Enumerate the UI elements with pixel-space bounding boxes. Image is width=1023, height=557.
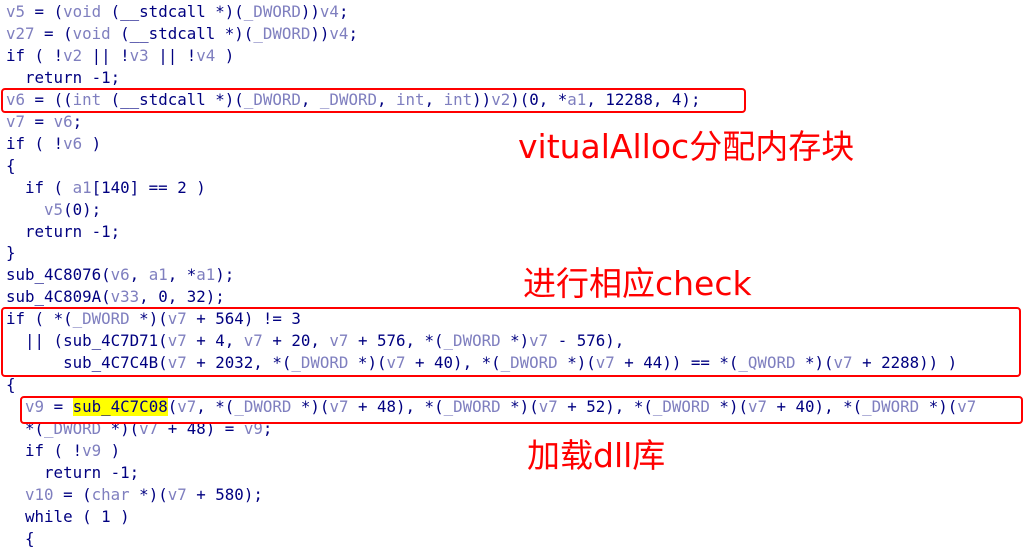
code-token: _DWORD bbox=[243, 2, 301, 21]
code-line[interactable]: if ( a1[140] == 2 ) bbox=[6, 177, 206, 199]
code-token: ( ! bbox=[25, 133, 64, 153]
code-token: if bbox=[6, 45, 26, 65]
code-token: v7 bbox=[6, 111, 26, 131]
code-line[interactable]: { bbox=[6, 528, 35, 550]
code-line[interactable]: sub_4C809A(v33, 0, 32); bbox=[6, 286, 225, 308]
code-token: (__stdcall *)( bbox=[110, 23, 254, 43]
code-token: || ! bbox=[148, 45, 197, 65]
code-token: v9 bbox=[82, 441, 102, 460]
code-token: ; bbox=[72, 111, 83, 131]
code-token: = ( bbox=[34, 23, 73, 43]
code-token: void bbox=[63, 2, 102, 21]
code-line[interactable]: return -1; bbox=[6, 462, 139, 484]
code-token: } bbox=[6, 243, 16, 263]
code-token: , * bbox=[167, 265, 197, 285]
code-token: return -1; bbox=[6, 462, 140, 482]
code-line[interactable]: { bbox=[6, 155, 16, 177]
code-token: ) bbox=[215, 45, 235, 65]
code-token: (__stdcall *)( bbox=[101, 2, 244, 21]
code-token: *)( bbox=[129, 484, 168, 504]
code-line[interactable]: v5 = (void (__stdcall *)(_DWORD))v4; bbox=[6, 1, 348, 23]
code-line[interactable]: } bbox=[6, 242, 16, 264]
code-token: ) bbox=[101, 441, 121, 460]
code-token: v27 bbox=[6, 23, 35, 43]
code-token: while ( 1 ) bbox=[6, 506, 130, 526]
code-line[interactable]: v7 = v6; bbox=[6, 111, 82, 133]
code-token: , bbox=[129, 265, 149, 285]
code-token: v10 bbox=[25, 484, 54, 504]
code-token: { bbox=[6, 375, 16, 395]
code-line[interactable]: v27 = (void (__stdcall *)(_DWORD))v4; bbox=[6, 23, 358, 45]
highlight-box-check-condition bbox=[1, 307, 1021, 377]
code-token: return -1; bbox=[6, 67, 121, 87]
code-line[interactable]: v10 = (char *)(v7 + 580); bbox=[6, 484, 263, 506]
code-token: sub_4C8076( bbox=[6, 265, 111, 285]
code-token: v4 bbox=[329, 23, 349, 43]
code-token: a1 bbox=[196, 265, 216, 285]
code-token: sub_4C809A( bbox=[6, 287, 111, 307]
highlight-box-virtualalloc-call bbox=[1, 88, 746, 113]
code-token: v5 bbox=[44, 199, 64, 219]
code-token: if ( bbox=[6, 177, 73, 197]
code-line[interactable]: if ( !v2 || !v3 || !v4 ) bbox=[6, 45, 234, 67]
code-token: void bbox=[72, 23, 111, 43]
code-token: _DWORD bbox=[253, 23, 311, 43]
annotation-virtualalloc: vitualAlloc分配内存块 bbox=[518, 127, 855, 166]
code-line[interactable]: return -1; bbox=[6, 221, 120, 243]
code-token: v7 bbox=[167, 484, 187, 504]
code-token: v33 bbox=[110, 287, 140, 307]
code-token: v6 bbox=[53, 111, 73, 131]
code-token: a1 bbox=[148, 265, 168, 285]
code-token: char bbox=[91, 484, 130, 504]
code-token: || ! bbox=[82, 45, 130, 65]
code-token: v5 bbox=[6, 2, 26, 21]
highlight-box-load-dll-call bbox=[20, 396, 1023, 424]
code-token: v6 bbox=[63, 133, 83, 153]
code-token: ); bbox=[215, 265, 235, 285]
code-token: if ( ! bbox=[6, 441, 83, 460]
code-line[interactable]: if ( !v9 ) bbox=[6, 440, 120, 462]
code-token: [140] == 2 ) bbox=[91, 177, 206, 197]
code-token: = ( bbox=[25, 2, 64, 21]
code-token: , 0, 32); bbox=[139, 287, 225, 307]
code-line[interactable]: v5(0); bbox=[6, 199, 101, 221]
code-line[interactable]: if ( !v6 ) bbox=[6, 133, 101, 155]
code-token: = ( bbox=[53, 484, 92, 504]
code-token: )) bbox=[300, 2, 320, 21]
code-token: + 580); bbox=[186, 484, 263, 504]
code-line[interactable]: while ( 1 ) bbox=[6, 506, 130, 528]
code-token: ( ! bbox=[25, 45, 64, 65]
code-token: { bbox=[6, 528, 35, 548]
annotation-check: 进行相应check bbox=[523, 264, 752, 303]
code-line[interactable]: { bbox=[6, 374, 16, 396]
code-token: { bbox=[6, 155, 16, 175]
code-token: ; bbox=[338, 2, 349, 21]
annotation-load-dll: 加载dll库 bbox=[527, 436, 666, 475]
code-line[interactable]: return -1; bbox=[6, 67, 120, 89]
code-token: (0); bbox=[63, 199, 102, 219]
pseudocode-view[interactable]: v5 = (void (__stdcall *)(_DWORD))v4; v27 … bbox=[0, 0, 1023, 557]
code-token: v4 bbox=[319, 2, 339, 21]
code-token: if bbox=[6, 133, 26, 153]
code-line[interactable]: sub_4C8076(v6, a1, *a1); bbox=[6, 264, 234, 286]
code-token: ) bbox=[82, 133, 102, 153]
code-token: v3 bbox=[129, 45, 149, 65]
code-token: = bbox=[25, 111, 54, 131]
code-token: ; bbox=[348, 23, 358, 43]
code-token: )) bbox=[310, 23, 330, 43]
code-token: return -1; bbox=[6, 221, 121, 241]
code-token: v6 bbox=[110, 265, 130, 285]
code-token: v4 bbox=[196, 45, 216, 65]
code-token: v2 bbox=[63, 45, 83, 65]
code-token: a1 bbox=[72, 177, 92, 197]
